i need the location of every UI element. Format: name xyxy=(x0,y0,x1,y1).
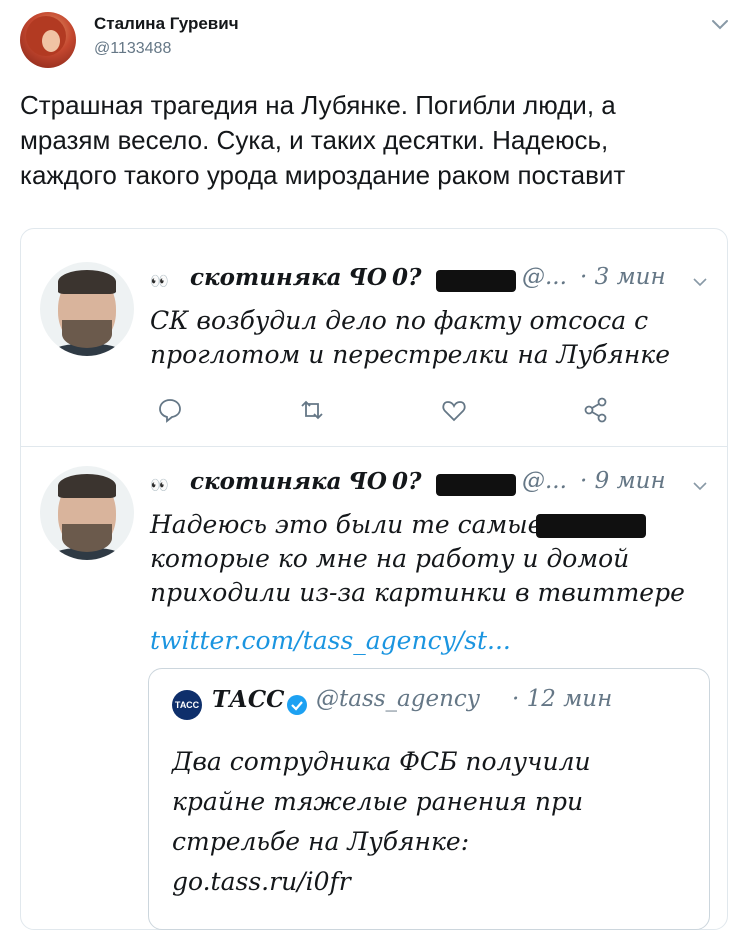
tweet-text: Страшная трагедия на Лубянке. Погибли лю… xyxy=(20,88,724,193)
eyes-icon: 👀 xyxy=(150,476,170,494)
embedded-time: · 9 мин xyxy=(580,468,666,494)
quote-text-line: стрельбе на Лубянке: xyxy=(172,827,470,856)
quote-text: Два сотрудника ФСБ получили крайне тяжел… xyxy=(172,742,591,902)
tass-logo: ТАСС xyxy=(172,690,202,720)
chevron-down-icon[interactable] xyxy=(708,12,732,36)
embedded-mark: 0? xyxy=(392,264,422,291)
embedded-avatar xyxy=(40,466,134,560)
embedded-mark: 0? xyxy=(392,468,422,495)
embedded-time: · 3 мин xyxy=(580,264,666,290)
embedded-avatar xyxy=(40,262,134,356)
embedded-text-line: СК возбудил дело по факту отсоса с xyxy=(150,306,649,335)
embedded-name: скотиняка ꟼО xyxy=(190,264,387,291)
embedded-handle: @... xyxy=(522,264,567,290)
author-handle[interactable]: @1133488 xyxy=(94,40,171,58)
like-icon xyxy=(442,401,466,422)
redaction xyxy=(436,474,516,496)
author-name[interactable]: Сталина Гуревич xyxy=(94,14,239,34)
tweet-text-line: каждого такого урода мироздание раком по… xyxy=(20,160,626,190)
retweet-icon xyxy=(301,400,323,420)
chevron-down-icon xyxy=(693,482,707,491)
verified-icon xyxy=(287,695,307,715)
share-icon xyxy=(584,397,607,423)
embedded-name: скотиняка ꟼО xyxy=(190,468,387,495)
embedded-handle: @... xyxy=(522,468,567,494)
chevron-down-icon xyxy=(693,278,707,287)
embedded-text: СК возбудил дело по факту отсоса с прогл… xyxy=(150,304,670,372)
embedded-text-line: которые ко мне на работу и домой xyxy=(150,544,630,573)
eyes-icon: 👀 xyxy=(150,272,170,290)
reply-icon xyxy=(159,399,181,423)
quote-time: · 12 мин xyxy=(512,686,613,712)
author-avatar[interactable] xyxy=(20,12,76,68)
quote-handle: @tass_agency xyxy=(316,686,480,712)
tweet-text-line: мразям весело. Сука, и таких десятки. На… xyxy=(20,125,609,155)
quote-text-line: go.tass.ru/i0fr xyxy=(172,867,351,896)
embedded-link: twitter.com/tass_agency/st... xyxy=(150,626,511,655)
divider xyxy=(21,446,727,447)
embedded-text-line: проглотом и перестрелки на Лубянке xyxy=(150,340,671,369)
tweet-text-line: Страшная трагедия на Лубянке. Погибли лю… xyxy=(20,90,616,120)
quote-text-line: крайне тяжелые ранения при xyxy=(172,787,584,816)
quote-text-line: Два сотрудника ФСБ получили xyxy=(172,747,591,776)
redaction xyxy=(436,270,516,292)
quote-name: ТАСС xyxy=(212,686,285,713)
embedded-text-line: приходили из-за картинки в твиттере xyxy=(150,578,685,607)
redaction xyxy=(536,514,646,538)
